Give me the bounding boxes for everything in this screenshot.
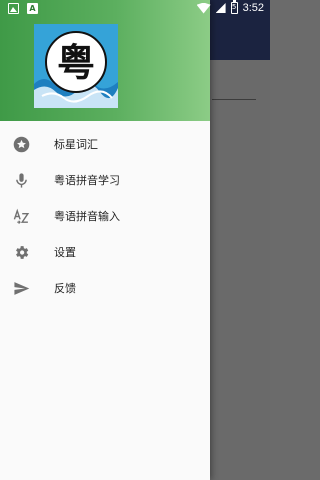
menu-item-label: 标星词汇	[54, 138, 98, 151]
menu-item-pinyin-input[interactable]: 粤语拼音输入	[0, 198, 210, 234]
app-logo: 粤	[34, 24, 118, 108]
send-icon	[13, 280, 30, 297]
menu-item-label: 反馈	[54, 282, 76, 295]
menu-item-pinyin-learning[interactable]: 粤语拼音学习	[0, 162, 210, 198]
wifi-icon	[196, 2, 211, 14]
menu-item-settings[interactable]: 设置	[0, 234, 210, 270]
star-icon	[13, 136, 30, 153]
drawer-header: 粤	[0, 0, 210, 121]
menu-item-label: 粤语拼音学习	[54, 174, 120, 187]
content-divider	[212, 99, 256, 100]
menu-item-label: 粤语拼音输入	[54, 210, 120, 223]
battery-icon: 5	[230, 0, 238, 14]
menu-item-label: 设置	[54, 246, 76, 259]
status-clock: 3:52	[242, 2, 264, 14]
a-notification-icon: A	[27, 3, 38, 14]
drawer-menu: 标星词汇 粤语拼音学习 粤语拼音输入 设置 反馈	[0, 126, 210, 306]
menu-item-starred-words[interactable]: 标星词汇	[0, 126, 210, 162]
battery-level: 5	[231, 3, 237, 11]
navigation-drawer: 粤 标星词汇 粤语拼音学习 粤语拼音输入 设置 反馈	[0, 0, 210, 480]
image-notification-icon	[8, 3, 19, 14]
menu-item-feedback[interactable]: 反馈	[0, 270, 210, 306]
status-bar: A 5 3:52	[0, 0, 270, 18]
cell-signal-icon	[215, 3, 226, 13]
a-z-sort-icon	[13, 208, 30, 225]
gear-icon	[13, 244, 30, 261]
microphone-icon	[13, 172, 30, 189]
logo-character: 粤	[57, 40, 95, 85]
